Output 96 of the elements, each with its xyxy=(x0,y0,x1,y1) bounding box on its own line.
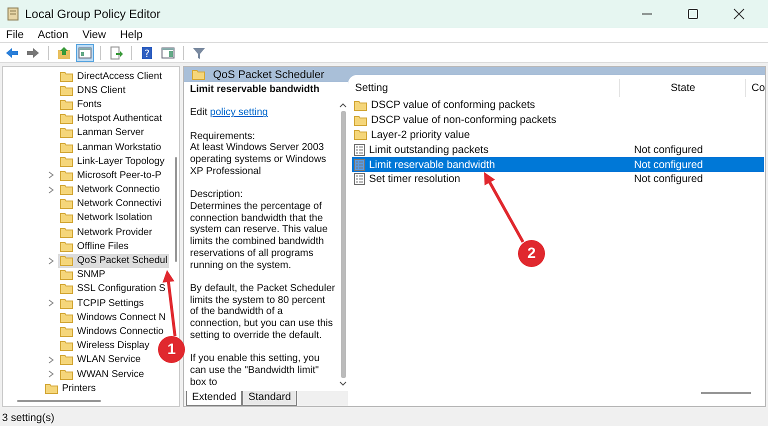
tree-item[interactable]: WWAN Service xyxy=(58,367,146,382)
description-paragraph: By default, the Packet Scheduler limits the system to 80 percent of the bandwidth of a connection, but you can use this setting to override the default. xyxy=(190,282,336,342)
maximize-icon[interactable] xyxy=(687,8,699,20)
tree-item[interactable]: Link-Layer Topology xyxy=(58,154,167,168)
folder-icon xyxy=(60,326,73,337)
window-title: Local Group Policy Editor xyxy=(25,7,160,21)
setting-row[interactable]: DSCP value of non-conforming packets xyxy=(352,112,764,128)
tree-item[interactable]: Wireless Display xyxy=(58,338,152,353)
folder-icon xyxy=(60,70,73,82)
tree-item[interactable]: Fonts xyxy=(58,97,104,112)
setting-name: Set timer resolution xyxy=(369,173,460,186)
folder-icon xyxy=(354,129,367,140)
folder-icon xyxy=(60,212,73,224)
scroll-up-icon[interactable] xyxy=(339,102,347,108)
folder-icon xyxy=(60,184,73,196)
tree-item[interactable]: SSL Configuration S xyxy=(58,282,168,296)
setting-state: Not configured xyxy=(633,173,704,186)
menu-item[interactable]: File xyxy=(6,29,24,41)
folder-icon xyxy=(60,156,73,167)
setting-row[interactable]: Limit reservable bandwidth Not configured xyxy=(352,157,764,172)
folder-icon xyxy=(60,255,73,266)
menu-item[interactable]: Help xyxy=(120,29,143,41)
setting-row[interactable]: Limit outstanding packets Not configured xyxy=(352,142,764,158)
tree-item[interactable]: Network Connectivi xyxy=(58,196,164,211)
setting-heading: Limit reservable bandwidth xyxy=(190,84,320,96)
tree-item[interactable]: Lanman Workstatio xyxy=(58,140,164,154)
folder-icon xyxy=(354,114,367,126)
tree-item[interactable]: Windows Connectio xyxy=(58,324,166,338)
folder-icon xyxy=(60,226,73,238)
tree-item[interactable]: WLAN Service xyxy=(58,352,143,367)
setting-name: Layer-2 priority value xyxy=(371,128,470,141)
setting-name: Limit reservable bandwidth xyxy=(369,158,496,171)
folder-icon xyxy=(60,127,73,138)
tree-item[interactable]: Hotspot Authenticat xyxy=(58,112,164,126)
menu-item[interactable]: View xyxy=(82,29,106,41)
description-paragraph: Description: Determines the percentage of connection bandwidth that the system can reserve. This value limits the combined bandwidth reservations of all programs running on the system. xyxy=(190,189,329,272)
folder-icon xyxy=(60,84,73,96)
scrollbar[interactable] xyxy=(175,157,177,262)
tree-item[interactable]: Network Provider xyxy=(58,225,154,240)
status-text: 3 setting(s) xyxy=(2,412,54,424)
tree-item[interactable]: Lanman Server xyxy=(58,126,146,140)
folder-icon xyxy=(60,298,73,309)
tree-item[interactable]: Windows Connect N xyxy=(58,310,168,324)
folder-icon xyxy=(60,198,73,210)
folder-icon xyxy=(354,100,367,111)
tree-item[interactable]: Network Isolation xyxy=(58,210,154,225)
column-header[interactable]: Setting xyxy=(348,82,620,94)
tree-item[interactable]: SNMP xyxy=(58,268,108,282)
tree-item[interactable]: DirectAccess Client xyxy=(58,69,164,84)
chevron-icon[interactable] xyxy=(48,299,54,308)
app-icon xyxy=(7,7,19,21)
setting-name: Limit outstanding packets xyxy=(369,144,489,156)
folder-icon xyxy=(60,113,73,124)
setting-name: DSCP value of conforming packets xyxy=(371,99,536,112)
column-header[interactable]: State xyxy=(619,79,746,97)
policy-icon xyxy=(354,158,365,171)
policy-icon xyxy=(354,144,365,156)
scrollbar[interactable] xyxy=(17,400,101,402)
description-paragraph: If you enable this setting, you can use the "Bandwidth limit" box to xyxy=(190,353,321,388)
tree-item[interactable]: Network Connectio xyxy=(58,182,162,197)
setting-name: DSCP value of non-conforming packets xyxy=(371,114,556,126)
chevron-icon[interactable] xyxy=(48,256,54,265)
folder-icon xyxy=(60,368,73,380)
setting-row[interactable]: DSCP value of conforming packets xyxy=(352,98,764,113)
folder-icon xyxy=(60,354,73,366)
folder-icon xyxy=(60,142,73,153)
tree-item[interactable]: TCPIP Settings xyxy=(58,296,146,310)
folder-icon xyxy=(60,340,73,352)
tree-icon[interactable] xyxy=(76,44,94,62)
view-tab[interactable]: Standard xyxy=(242,391,297,406)
policy-setting-link[interactable]: policy setting xyxy=(210,107,268,118)
folder-icon xyxy=(60,283,73,294)
setting-row[interactable]: Set timer resolution Not configured xyxy=(352,172,764,187)
tree-item[interactable]: DNS Client xyxy=(58,83,128,98)
pane-title: QoS Packet Scheduler xyxy=(213,68,324,80)
tree-item[interactable]: Offline Files xyxy=(58,239,131,254)
scrollbar[interactable] xyxy=(701,392,751,394)
close-icon[interactable] xyxy=(733,8,745,20)
folder-icon xyxy=(60,170,73,181)
tree-item[interactable]: Printers xyxy=(43,381,98,396)
setting-state: Not configured xyxy=(633,158,704,171)
menu-item[interactable]: Action xyxy=(38,29,68,41)
edit-label: Edit xyxy=(190,107,208,118)
tree-item[interactable]: QoS Packet Schedul xyxy=(58,254,170,268)
view-tab[interactable]: Extended xyxy=(186,391,242,406)
setting-state: Not configured xyxy=(633,144,704,156)
tree-item[interactable]: Microsoft Peer-to-P xyxy=(58,168,164,182)
folder-icon xyxy=(60,312,73,323)
description-paragraph: Requirements: At least Windows Server 2003 operating systems or Windows XP Professional xyxy=(190,130,328,178)
folder-icon xyxy=(60,98,73,110)
column-header[interactable]: Co xyxy=(746,82,765,94)
policy-icon xyxy=(354,173,365,186)
setting-row[interactable]: Layer-2 priority value xyxy=(352,128,764,142)
folder-icon xyxy=(45,382,58,394)
folder-icon xyxy=(192,69,205,80)
scroll-down-icon[interactable] xyxy=(339,381,347,387)
